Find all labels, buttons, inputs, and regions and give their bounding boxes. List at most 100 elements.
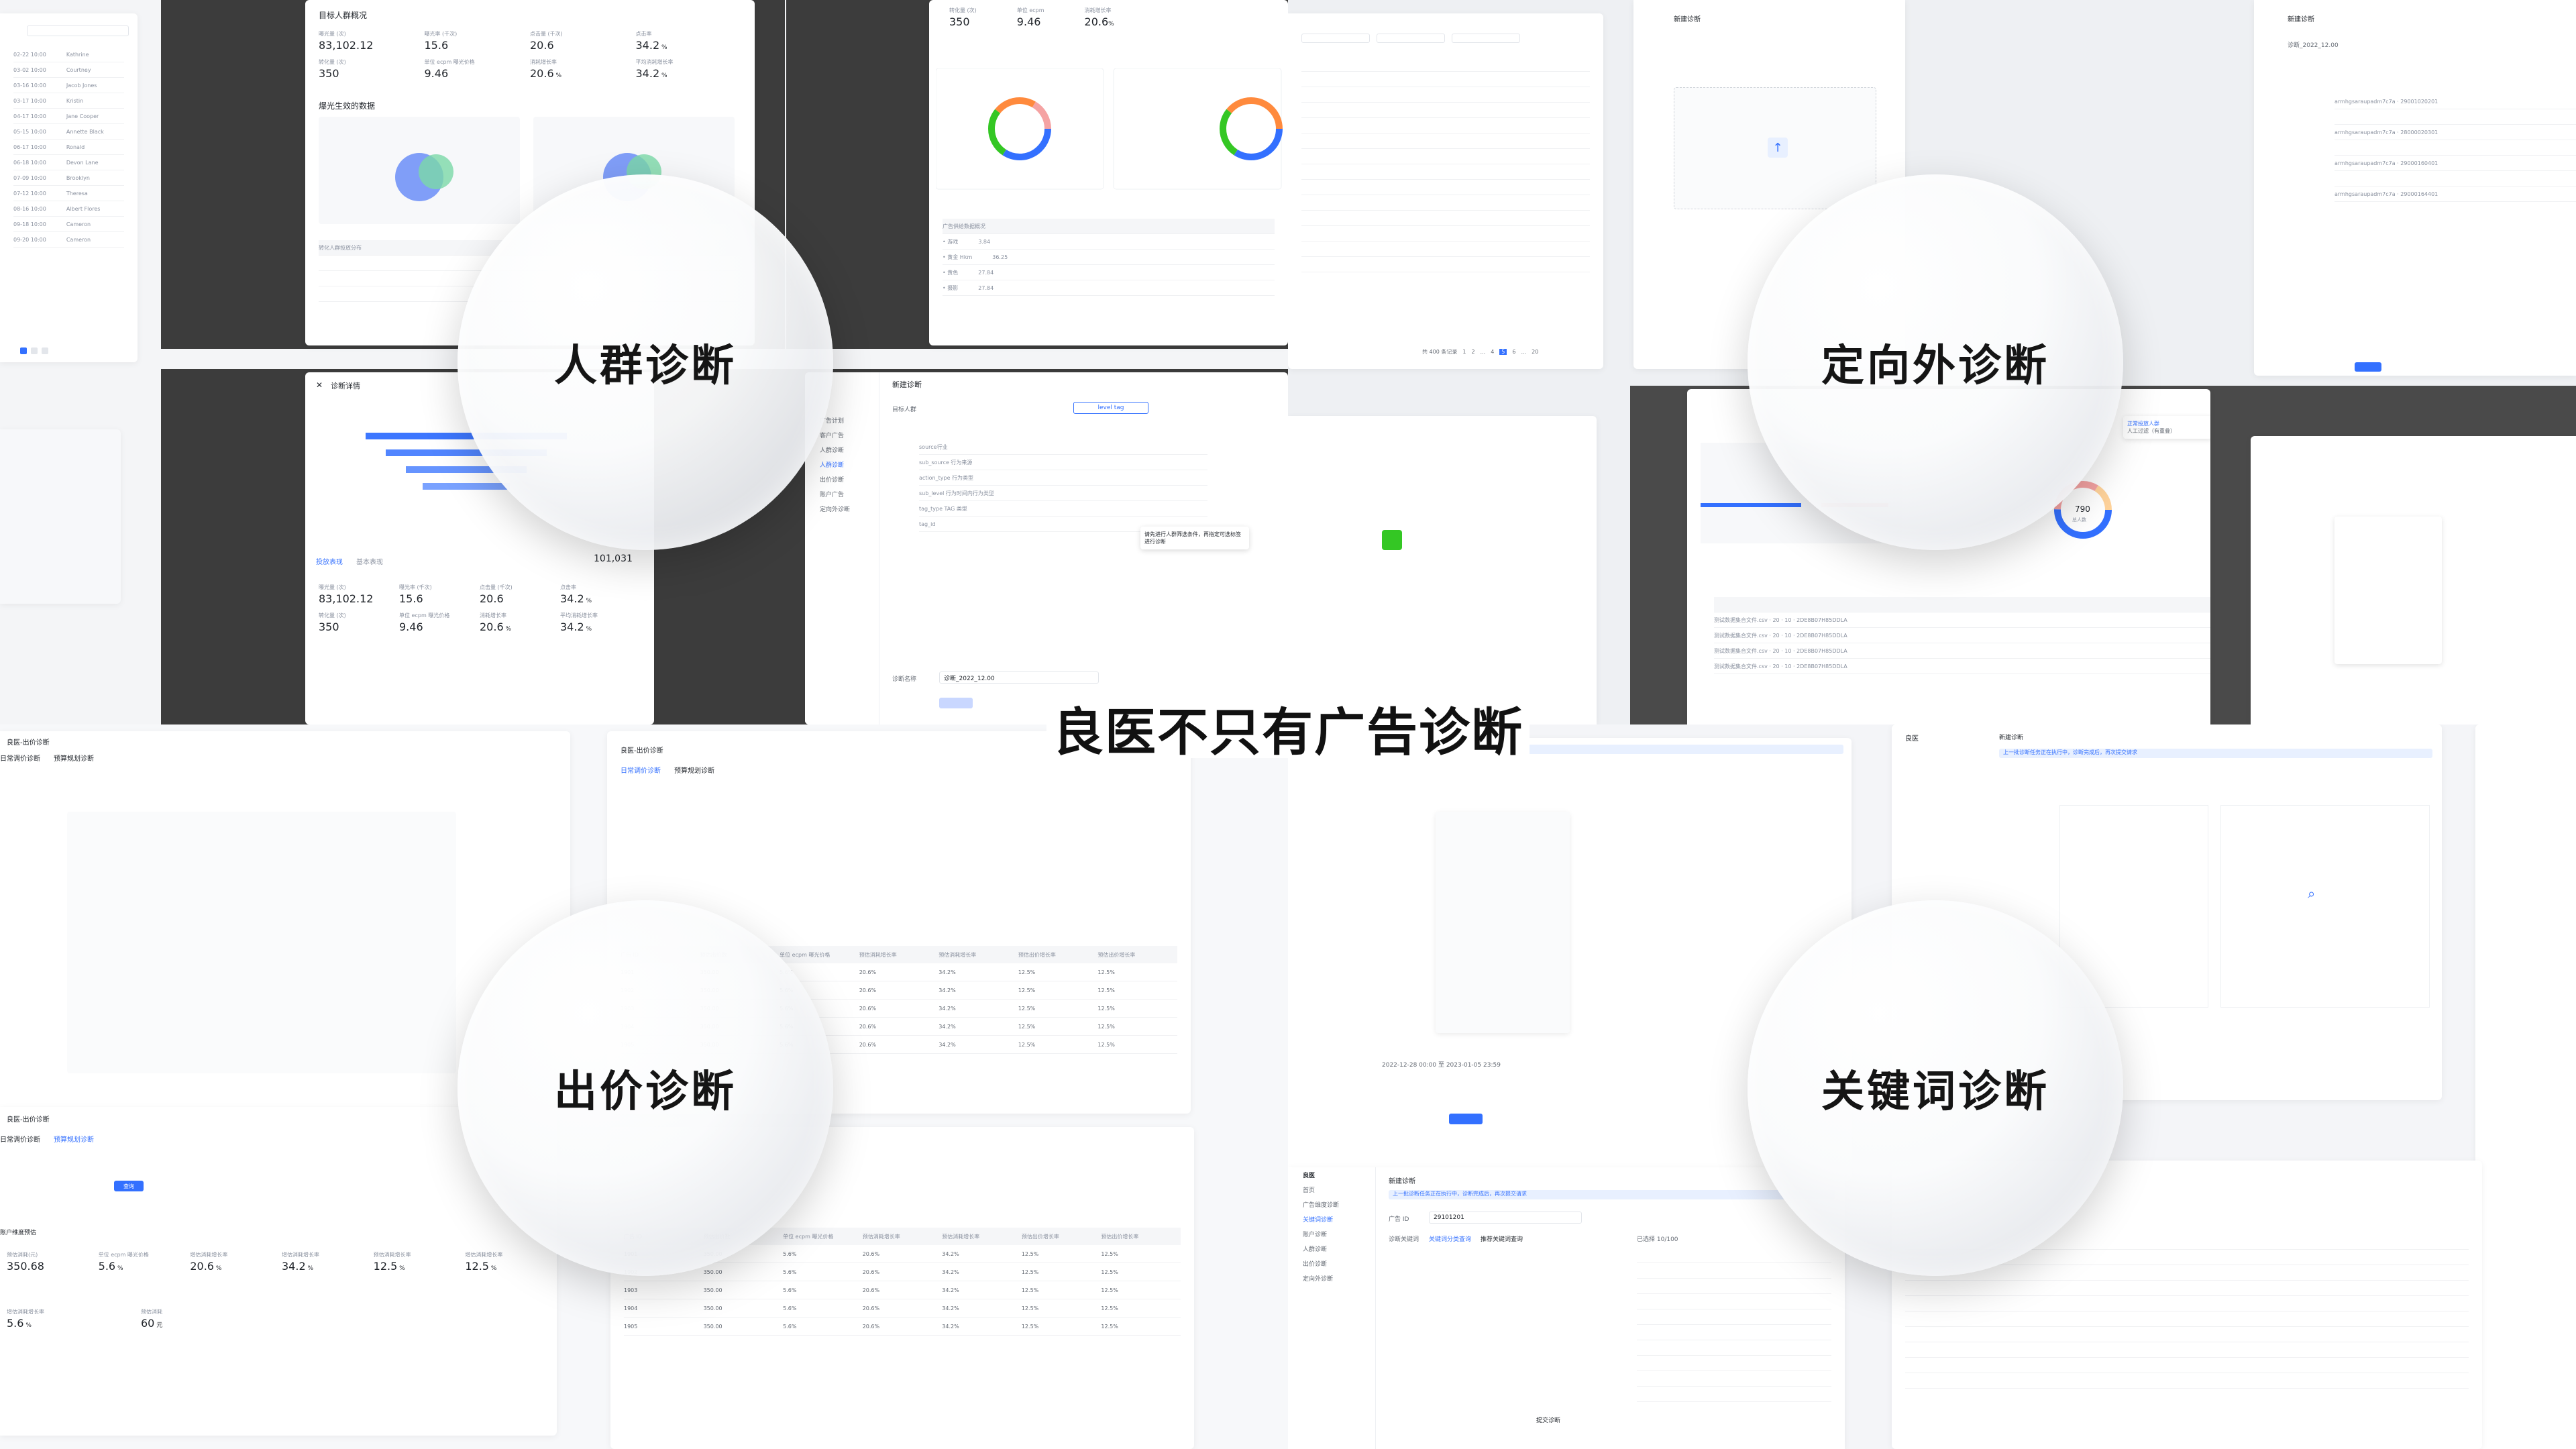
page-num[interactable]: ... <box>1481 349 1486 355</box>
list-item[interactable]: 03-17 10:00 Kristin <box>13 93 124 109</box>
keyword-row[interactable] <box>1637 1371 1831 1387</box>
table-row[interactable] <box>1905 1296 2469 1311</box>
bid-tabs[interactable]: 日常调价诊断 预算规划诊断 <box>0 753 94 763</box>
kw-tabs[interactable]: 关键词分类查询 推荐关键词查询 <box>1429 1234 1523 1243</box>
list-item[interactable]: 03-16 10:00 Jacob Jones <box>13 78 124 93</box>
list-item[interactable]: 04-17 10:00 Jane Cooper <box>13 109 124 124</box>
ad-input[interactable]: 29101201 <box>1429 1212 1582 1224</box>
table-row[interactable]: 1902350.005.6%20.6%34.2%12.5%12.5% <box>624 1263 1181 1281</box>
page-num[interactable]: 6 <box>1512 349 1515 355</box>
tab-budget[interactable]: 预算规划诊断 <box>54 753 94 763</box>
table-row[interactable]: 1904 350.00 5.6% 20.6% 34.2% 12.5% 12.5% <box>624 1299 1181 1318</box>
page-num[interactable]: 20 <box>1532 349 1538 355</box>
sidebar-item[interactable]: 账户诊断 <box>1288 1226 1375 1241</box>
selected-list[interactable] <box>2220 805 2430 1008</box>
tab-performance[interactable]: 投放表现 <box>316 556 343 566</box>
close-icon[interactable]: ✕ <box>316 380 323 391</box>
tab-recommend[interactable]: 推荐关键词查询 <box>1481 1234 1523 1243</box>
form-row[interactable]: sub_level 行为时间内行为类型 <box>919 486 1208 501</box>
sidebar-item[interactable]: 出价诊断 <box>1288 1256 1375 1271</box>
pagination[interactable]: 共 400 条记录 1 2 ... 4 5 6 ... 20 <box>1422 348 1538 356</box>
table-row[interactable] <box>1905 1281 2469 1296</box>
table-row[interactable]: 1905 350.00 5.6% 20.6% 34.2% 12.5% 12.5% <box>624 1318 1181 1336</box>
table-row[interactable] <box>1905 1311 2469 1327</box>
legend-item[interactable]: 人工过滤（有重叠） <box>2127 427 2208 435</box>
list-item[interactable]: 07-12 10:00 Theresa <box>13 186 124 201</box>
keyword-row[interactable] <box>1637 1356 1831 1371</box>
bid-tabs-3[interactable]: 日常调价诊断 预算规划诊断 <box>621 765 714 775</box>
sidebar-item[interactable]: 关键词诊断 <box>1288 1212 1375 1226</box>
submit-button[interactable] <box>1449 1114 1483 1124</box>
tab-budget[interactable]: 预算规划诊断 <box>674 765 714 775</box>
sidebar-item[interactable]: 首页 <box>1288 1182 1375 1197</box>
keyword-row[interactable] <box>1637 1309 1831 1325</box>
page-num[interactable]: 5 <box>1499 349 1507 355</box>
table-row[interactable] <box>1301 180 1590 195</box>
search-input[interactable] <box>1452 34 1520 43</box>
search-input[interactable] <box>27 25 129 36</box>
submit-button[interactable] <box>939 698 973 708</box>
keyword-row[interactable] <box>1637 1387 1831 1402</box>
name-input[interactable]: 诊断_2022_12.00 <box>939 672 1099 684</box>
tab-daily[interactable]: 日常调价诊断 <box>621 765 661 775</box>
list-item[interactable]: 03-02 10:00 Courtney <box>13 62 124 78</box>
list-item[interactable]: 09-18 10:00 Cameron <box>13 217 124 232</box>
table-row[interactable] <box>1301 133 1590 149</box>
table-row[interactable]: • 游戏 3.84 <box>943 234 1275 250</box>
filter-select[interactable] <box>1301 34 1370 43</box>
sidebar-item[interactable]: 定向外诊断 <box>805 501 879 516</box>
table-row[interactable]: 测试数据集合文件.csv · 20 · 10 · 2DE8B07H85DDLA <box>1714 659 2210 674</box>
list-item[interactable]: 06-18 10:00 Devon Lane <box>13 155 124 170</box>
query-button[interactable]: 查询 <box>114 1181 144 1191</box>
level-tag-button[interactable]: level tag <box>1073 402 1148 414</box>
table-row[interactable] <box>1301 149 1590 164</box>
submit-label[interactable]: 提交诊断 <box>1536 1415 1560 1424</box>
keyword-row[interactable] <box>1637 1325 1831 1340</box>
table-row[interactable] <box>1301 211 1590 226</box>
page-num[interactable]: 2 <box>1471 349 1474 355</box>
sidebar-item[interactable]: 账户广告 <box>805 486 879 501</box>
form-row[interactable]: source行业 <box>919 439 1208 455</box>
list-item[interactable]: 08-16 10:00 Albert Flores <box>13 201 124 217</box>
table-row[interactable] <box>1905 1342 2469 1358</box>
form-row[interactable]: tag_type TAG 类型 <box>919 501 1208 517</box>
keyword-row[interactable] <box>1637 1340 1831 1356</box>
keyword-row[interactable] <box>1637 1263 1831 1279</box>
form-row[interactable]: action_type 行为类型 <box>919 470 1208 486</box>
list-item[interactable]: 07-09 10:00 Brooklyn <box>13 170 124 186</box>
table-row[interactable]: • 摄影 27.84 <box>943 280 1275 296</box>
table-row[interactable]: • 黄色 27.84 <box>943 265 1275 280</box>
table-row[interactable] <box>1905 1373 2469 1389</box>
table-row[interactable] <box>1301 241 1590 257</box>
keyword-row[interactable] <box>1637 1248 1831 1263</box>
list-item[interactable]: 09-20 10:00 Cameron <box>13 232 124 248</box>
table-row[interactable] <box>1301 103 1590 118</box>
list-item[interactable]: 02-22 10:00 Kathrine <box>13 47 124 62</box>
submit-button[interactable] <box>2355 362 2381 372</box>
tab-category[interactable]: 关键词分类查询 <box>1429 1234 1471 1243</box>
list-item[interactable]: 06-17 10:00 Ronald <box>13 140 124 155</box>
dropdown-panel[interactable] <box>1436 812 1570 1033</box>
table-row[interactable]: 测试数据集合文件.csv · 20 · 10 · 2DE8B07H85DDLA <box>1714 612 2210 628</box>
tab-daily[interactable]: 日常调价诊断 <box>0 1134 40 1144</box>
tab-basic[interactable]: 基本表现 <box>356 556 383 566</box>
table-row[interactable] <box>1301 226 1590 241</box>
tab-daily[interactable]: 日常调价诊断 <box>0 753 40 763</box>
page-num[interactable]: ... <box>1521 349 1526 355</box>
table-row[interactable] <box>1301 195 1590 211</box>
tab-budget[interactable]: 预算规划诊断 <box>54 1134 94 1144</box>
list-item[interactable]: 05-15 10:00 Annette Black <box>13 124 124 140</box>
table-row[interactable]: 1903 350.00 5.6% 20.6% 34.2% 12.5% 12.5% <box>624 1281 1181 1299</box>
sidebar-item[interactable]: 定向外诊断 <box>1288 1271 1375 1285</box>
file-picker[interactable] <box>2334 517 2442 664</box>
page-num[interactable]: 1 <box>1462 349 1466 355</box>
table-row[interactable] <box>1905 1358 2469 1373</box>
table-row[interactable] <box>1301 56 1590 72</box>
table-row[interactable] <box>1301 118 1590 133</box>
table-row[interactable] <box>1301 257 1590 272</box>
sidebar-item[interactable]: 广告维度诊断 <box>1288 1197 1375 1212</box>
table-row[interactable]: 测试数据集合文件.csv · 20 · 10 · 2DE8B07H85DDLA <box>1714 628 2210 643</box>
legend-item[interactable]: 正常投放人群 <box>2127 420 2208 427</box>
sidebar-item[interactable]: 人群诊断 <box>805 457 879 472</box>
table-row[interactable] <box>1301 72 1590 87</box>
